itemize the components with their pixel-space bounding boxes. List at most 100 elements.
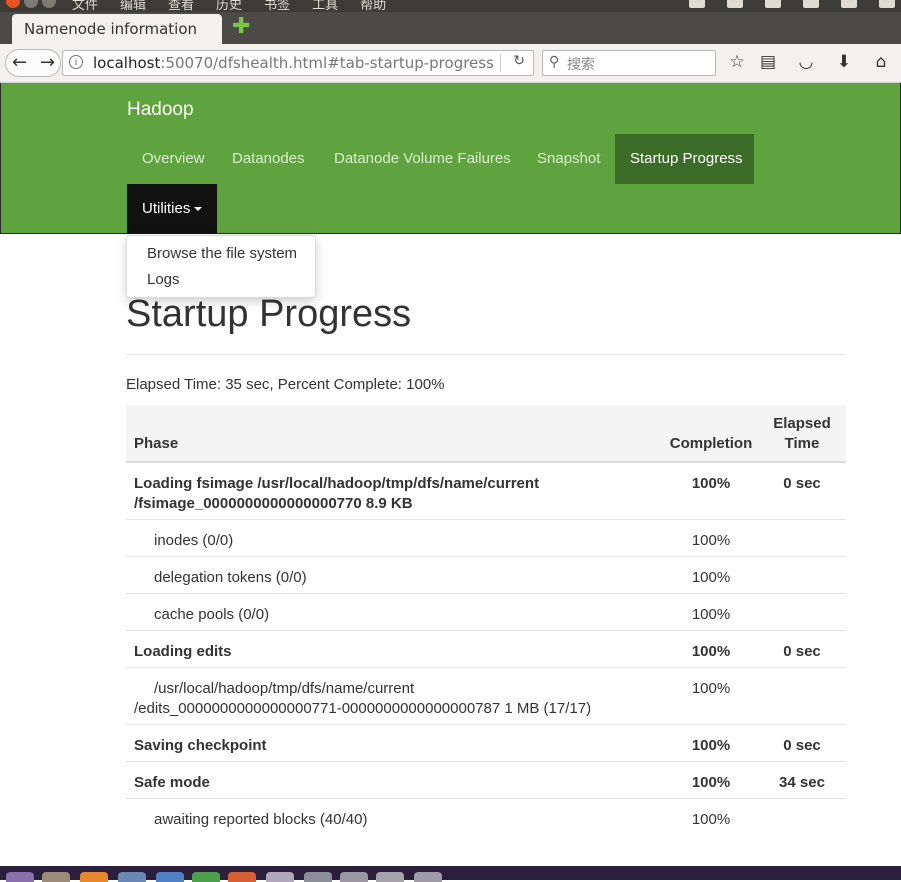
completion-cell: 100% <box>691 774 731 791</box>
utilities-dropdown-menu: Browse the file system Logs <box>126 235 316 298</box>
os-menu-file[interactable]: 文件 <box>72 0 98 12</box>
nav-datanodes[interactable]: Datanodes <box>217 134 320 184</box>
nav-overview[interactable]: Overview <box>127 134 220 184</box>
table-row: inodes (0/0) 100% <box>126 520 846 557</box>
nav-snapshot[interactable]: Snapshot <box>522 134 615 184</box>
os-menu-tools[interactable]: 工具 <box>312 0 338 12</box>
launcher-impress-icon[interactable] <box>228 872 256 882</box>
phase-cell: awaiting reported blocks (40/40) <box>154 811 368 828</box>
search-input[interactable]: ⚲ 搜索 <box>542 50 716 76</box>
table-row: /usr/local/hadoop/tmp/dfs/name/current/e… <box>126 668 846 725</box>
elapsed-summary: Elapsed Time: 35 sec, Percent Complete: … <box>126 376 445 393</box>
url-bar[interactable]: i localhost:50070/dfshealth.html#tab-sta… <box>62 50 534 76</box>
table-row: cache pools (0/0) 100% <box>126 594 846 631</box>
launcher-terminal-icon[interactable] <box>340 872 368 882</box>
tray-battery-icon[interactable] <box>841 0 857 8</box>
launcher-files-icon[interactable] <box>42 872 70 882</box>
nav-utilities-dropdown[interactable]: Utilities <box>127 184 218 234</box>
nav-startup-progress[interactable]: Startup Progress <box>615 134 754 184</box>
launcher-dash-icon[interactable] <box>6 872 34 882</box>
phase-cell: Safe mode <box>134 774 210 791</box>
close-window-icon[interactable] <box>6 0 20 8</box>
os-menu-edit[interactable]: 编辑 <box>120 0 146 12</box>
reload-icon[interactable]: ↻ <box>513 53 525 69</box>
download-icon[interactable]: ⬇ <box>834 52 854 72</box>
launcher-software-icon[interactable] <box>266 872 294 882</box>
maximize-window-icon[interactable] <box>42 0 56 8</box>
phase-cell: inodes (0/0) <box>154 532 234 549</box>
os-menu-help[interactable]: 帮助 <box>360 0 386 12</box>
tray-volume-icon[interactable] <box>879 0 895 8</box>
header-phase: Phase <box>134 435 179 452</box>
menu-item-browse-filesystem[interactable]: Browse the file system <box>147 245 297 262</box>
completion-cell: 100% <box>691 569 731 586</box>
phase-cell: Saving checkpoint <box>134 737 267 754</box>
url-text[interactable]: localhost:50070/dfshealth.html#tab-start… <box>93 54 494 72</box>
launcher-firefox-icon[interactable] <box>80 872 108 882</box>
browser-tab[interactable]: Namenode information <box>12 14 222 44</box>
phase-cell: Loading fsimage /usr/local/hadoop/tmp/df… <box>134 474 654 514</box>
tray-keyboard-icon[interactable] <box>765 0 781 8</box>
phase-line2: /fsimage_0000000000000000770 8.9 KB <box>134 495 413 512</box>
title-divider <box>126 354 846 355</box>
os-menu-bookmarks[interactable]: 书签 <box>264 0 290 12</box>
tray-network-icon[interactable] <box>689 0 705 8</box>
phase-line1: /usr/local/hadoop/tmp/dfs/name/current <box>154 680 415 697</box>
reading-list-icon[interactable]: ▤ <box>758 52 778 72</box>
table-row: awaiting reported blocks (40/40) 100% <box>126 799 846 835</box>
nav-datanode-volume-failures[interactable]: Datanode Volume Failures <box>319 134 526 184</box>
elapsed-cell: 0 sec <box>783 737 821 754</box>
url-path: :50070/dfshealth.html#tab-startup-progre… <box>160 54 494 72</box>
browser-tab-strip: Namenode information ✚ <box>0 12 901 44</box>
launcher-calc-icon[interactable] <box>192 872 220 882</box>
caret-down-icon <box>194 207 203 212</box>
table-row: Safe mode 100% 34 sec <box>126 762 846 799</box>
search-icon: ⚲ <box>549 54 560 70</box>
phase-cell: Loading edits <box>134 643 232 660</box>
launcher-writer-icon[interactable] <box>156 872 184 882</box>
phase-cell: cache pools (0/0) <box>154 606 270 623</box>
header-completion: Completion <box>669 435 753 452</box>
table-row: Loading fsimage /usr/local/hadoop/tmp/df… <box>126 463 846 520</box>
phase-cell: /usr/local/hadoop/tmp/dfs/name/current/e… <box>134 679 654 719</box>
table-row: Saving checkpoint 100% 0 sec <box>126 725 846 762</box>
elapsed-cell: 34 sec <box>779 774 825 791</box>
star-icon[interactable]: ☆ <box>727 52 747 72</box>
header-elapsed-line2: Time <box>784 435 820 452</box>
pocket-icon[interactable]: ◡ <box>796 52 816 72</box>
launcher-disk-icon[interactable] <box>414 872 442 882</box>
back-arrow-icon[interactable]: ← <box>12 52 27 73</box>
utilities-label: Utilities <box>142 200 191 217</box>
completion-cell: 100% <box>691 680 731 697</box>
os-menubar: 文件 编辑 查看 历史 书签 工具 帮助 <box>0 0 901 12</box>
info-icon[interactable]: i <box>69 55 83 69</box>
launcher-app-icon[interactable] <box>118 872 146 882</box>
launcher-window-icon[interactable] <box>376 872 404 882</box>
home-icon[interactable]: ⌂ <box>871 52 891 72</box>
menu-item-logs[interactable]: Logs <box>147 271 180 288</box>
minimize-window-icon[interactable] <box>24 0 38 8</box>
completion-cell: 100% <box>691 475 731 492</box>
new-tab-plus-icon[interactable]: ✚ <box>232 16 252 38</box>
forward-arrow-icon[interactable]: → <box>40 52 55 73</box>
elapsed-cell: 0 sec <box>783 475 821 492</box>
back-forward-group: ← → <box>5 49 61 77</box>
header-elapsed-line1: Elapsed <box>773 415 831 432</box>
elapsed-cell: 0 sec <box>783 643 821 660</box>
completion-cell: 100% <box>691 643 731 660</box>
phase-cell: delegation tokens (0/0) <box>154 569 307 586</box>
table-row: Loading edits 100% 0 sec <box>126 631 846 668</box>
completion-cell: 100% <box>691 532 731 549</box>
os-menu-view[interactable]: 查看 <box>168 0 194 12</box>
table-header: Phase Completion Elapsed Time <box>126 405 846 463</box>
launcher-settings-icon[interactable] <box>304 872 332 882</box>
hadoop-navbar: Hadoop Overview Datanodes Datanode Volum… <box>0 83 901 234</box>
brand-logo-text[interactable]: Hadoop <box>127 99 194 121</box>
tray-qq-icon[interactable] <box>727 0 743 8</box>
completion-cell: 100% <box>691 737 731 754</box>
phase-line2: /edits_0000000000000000771-0000000000000… <box>134 700 592 717</box>
os-menu-history[interactable]: 历史 <box>216 0 242 12</box>
completion-cell: 100% <box>691 811 731 828</box>
tray-arrows-icon[interactable] <box>803 0 819 8</box>
phase-line1: Loading fsimage /usr/local/hadoop/tmp/df… <box>134 475 540 492</box>
